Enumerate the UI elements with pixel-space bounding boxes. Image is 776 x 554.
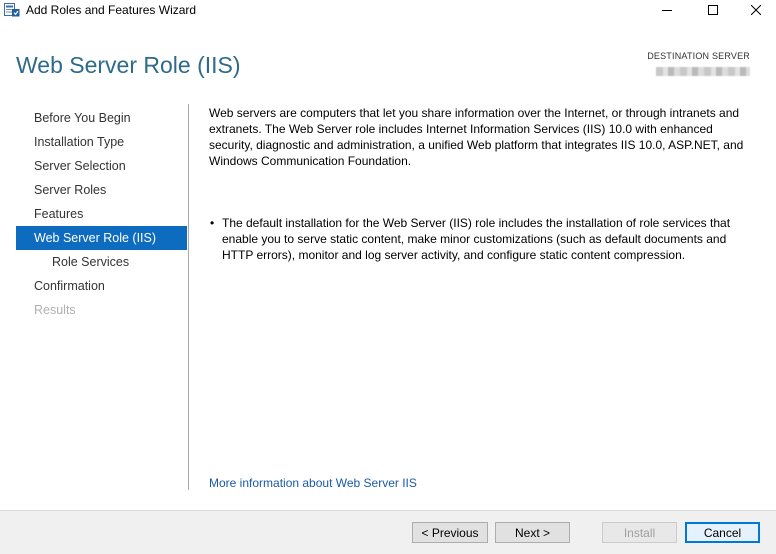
next-button[interactable]: Next > (495, 522, 570, 543)
server-manager-wizard-icon (4, 3, 20, 17)
list-item: • The default installation for the Web S… (209, 215, 757, 263)
nav-step-role-services[interactable]: Role Services (16, 250, 187, 274)
nav-step-confirmation[interactable]: Confirmation (16, 274, 187, 298)
minimize-icon (662, 2, 672, 20)
title-bar[interactable]: Add Roles and Features Wizard (0, 0, 776, 22)
wizard-step-nav: Before You Begin Installation Type Serve… (16, 106, 187, 322)
destination-server-name-redacted (656, 67, 750, 76)
intro-paragraph: Web servers are computers that let you s… (209, 106, 744, 168)
bullet-symbol: • (210, 216, 215, 230)
bullet-text: The default installation for the Web Ser… (222, 216, 731, 262)
maximize-icon (708, 2, 718, 20)
nav-step-results: Results (34, 303, 76, 317)
nav-step-features[interactable]: Features (16, 202, 187, 226)
maximize-button[interactable] (690, 0, 736, 22)
button-bar: < Previous Next > Install Cancel (0, 510, 776, 554)
nav-step-installation-type[interactable]: Installation Type (16, 130, 187, 154)
nav-step-server-roles[interactable]: Server Roles (16, 178, 187, 202)
nav-step-before-you-begin[interactable]: Before You Begin (16, 106, 187, 130)
role-description: Web servers are computers that let you s… (209, 105, 757, 169)
nav-step-web-server-role[interactable]: Web Server Role (IIS) (16, 226, 187, 250)
nav-divider (188, 104, 189, 490)
minimize-button[interactable] (644, 0, 690, 22)
close-icon (750, 2, 762, 20)
page-title: Web Server Role (IIS) (16, 52, 241, 78)
previous-button[interactable]: < Previous (412, 522, 488, 543)
default-installation-note: • The default installation for the Web S… (209, 215, 757, 263)
cancel-button[interactable]: Cancel (685, 522, 760, 543)
window-title: Add Roles and Features Wizard (26, 3, 197, 17)
wizard-window: Add Roles and Features Wizard Web Server… (0, 0, 776, 554)
install-button: Install (602, 522, 677, 543)
destination-server-label: DESTINATION SERVER (647, 51, 750, 61)
more-info-link[interactable]: More information about Web Server IIS (209, 475, 417, 491)
close-button[interactable] (736, 0, 776, 22)
nav-step-server-selection[interactable]: Server Selection (16, 154, 187, 178)
